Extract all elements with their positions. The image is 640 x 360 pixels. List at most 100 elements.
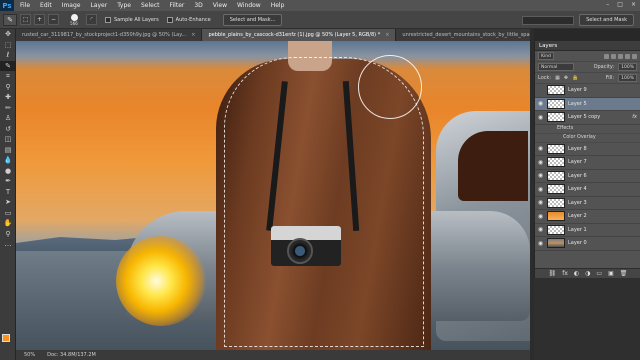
color-overlay-effect[interactable]: Color Overlay (535, 134, 640, 143)
pixel-filter-icon[interactable] (604, 53, 609, 59)
blend-mode-select[interactable]: Normal (538, 63, 574, 71)
menu-window[interactable]: Window (237, 2, 261, 9)
menu-file[interactable]: File (20, 2, 30, 9)
adjustment-filter-icon[interactable] (611, 53, 616, 59)
visibility-eye-icon[interactable]: ◉ (537, 114, 544, 121)
link-layers-icon[interactable]: ⛓ (549, 270, 557, 277)
shape-tool-icon[interactable]: ▭ (0, 208, 16, 219)
menu-view[interactable]: View (213, 2, 227, 9)
document-canvas[interactable] (16, 41, 530, 350)
menu-select[interactable]: Select (141, 2, 160, 9)
subtract-from-selection-icon[interactable]: − (48, 14, 59, 25)
brush-picker[interactable]: 566 (65, 13, 83, 27)
visibility-eye-icon[interactable]: ◉ (537, 199, 544, 206)
maximize-icon[interactable]: □ (617, 1, 623, 8)
gradient-tool-icon[interactable]: ▤ (0, 145, 16, 156)
new-group-icon[interactable]: ▭ (596, 270, 602, 277)
zoom-tool-icon[interactable]: ⚲ (0, 229, 16, 240)
clone-stamp-tool-icon[interactable]: ♙ (0, 113, 16, 124)
visibility-eye-icon[interactable]: ◉ (537, 145, 544, 152)
lock-pixels-icon[interactable]: ▦ (555, 75, 560, 81)
lock-all-icon[interactable]: 🔒 (572, 75, 578, 81)
layer-row[interactable]: Layer 9 (535, 84, 640, 98)
layer-row[interactable]: ◉ Layer 3 (535, 197, 640, 210)
blur-tool-icon[interactable]: 💧 (0, 155, 16, 166)
adjustment-layer-icon[interactable]: ◑ (585, 270, 590, 277)
workspace-field[interactable] (522, 15, 575, 25)
sample-all-layers-box[interactable] (105, 16, 111, 23)
eyedropper-tool-icon[interactable]: ⚲ (0, 82, 16, 93)
layer-row[interactable]: ◉ Layer 4 (535, 183, 640, 197)
hand-tool-icon[interactable]: ✋ (0, 218, 16, 229)
tab-pebble-plains[interactable]: pebble_plains_by_cascock-d31enfz (1).jpg… (202, 29, 397, 41)
color-swatches[interactable] (2, 334, 14, 346)
menu-edit[interactable]: Edit (40, 2, 52, 9)
zoom-level[interactable]: 50% (24, 352, 35, 358)
effects-group[interactable]: Effects (535, 125, 640, 134)
layer-row[interactable]: ◉ Layer 6 (535, 170, 640, 183)
dodge-tool-icon[interactable]: ● (0, 166, 16, 177)
auto-enhance-box[interactable] (166, 16, 173, 23)
minimize-icon[interactable]: – (606, 1, 609, 8)
menu-image[interactable]: Image (62, 2, 81, 9)
healing-brush-tool-icon[interactable]: ✚ (0, 92, 16, 103)
visibility-eye-icon[interactable]: ◉ (537, 213, 544, 220)
visibility-eye-icon[interactable] (537, 87, 544, 94)
tab-desert-mountains[interactable]: unrestricted_desert_mountains_stock_by_l… (396, 29, 530, 41)
shape-filter-icon[interactable] (625, 53, 630, 59)
visibility-eye-icon[interactable]: ◉ (537, 172, 544, 179)
layer-row[interactable]: ◉ Layer 7 (535, 156, 640, 170)
layers-panel-title[interactable]: Layers (535, 41, 640, 51)
pen-tool-icon[interactable]: ✒ (0, 176, 16, 187)
visibility-eye-icon[interactable]: ◉ (537, 226, 544, 233)
type-tool-icon[interactable]: T (0, 187, 16, 198)
new-layer-icon[interactable]: ▣ (608, 270, 614, 277)
layer-effects-icon[interactable]: fx (632, 114, 637, 120)
edit-toolbar-icon[interactable]: … (0, 239, 16, 250)
eraser-tool-icon[interactable]: ◫ (0, 134, 16, 145)
visibility-eye-icon[interactable]: ◉ (537, 159, 544, 166)
type-filter-icon[interactable] (618, 53, 623, 59)
menu-help[interactable]: Help (271, 2, 285, 9)
new-selection-icon[interactable]: ⬚ (20, 14, 31, 25)
add-mask-icon[interactable]: ◐ (574, 270, 579, 277)
layer-row[interactable]: ◉ Layer 1 (535, 224, 640, 237)
move-tool-icon[interactable]: ✥ (0, 29, 16, 40)
layer-row[interactable]: ◉ Layer 5 (535, 97, 640, 111)
fill-field[interactable]: 100% (618, 74, 637, 82)
visibility-eye-icon[interactable]: ◉ (537, 240, 544, 247)
kind-filter-select[interactable]: Kind (538, 52, 554, 60)
visibility-eye-icon[interactable]: ◉ (537, 186, 544, 193)
lasso-tool-icon[interactable]: ℓ (0, 50, 16, 61)
lock-position-icon[interactable]: ✥ (564, 75, 568, 81)
quick-selection-tool-icon[interactable]: ✎ (3, 13, 17, 26)
brush-tool-icon[interactable]: ✏ (0, 103, 16, 114)
sample-all-layers-checkbox[interactable]: Sample All Layers (105, 16, 159, 23)
visibility-eye-icon[interactable]: ◉ (537, 100, 544, 107)
menu-3d[interactable]: 3D (194, 2, 202, 9)
quick-selection-tool-icon[interactable]: ✎ (0, 60, 16, 71)
menu-layer[interactable]: Layer (90, 2, 107, 9)
layer-row[interactable]: ◉ Layer 2 (535, 210, 640, 224)
tab-rusted-car[interactable]: rusted_car_3119817_by_stockproject1-d350… (16, 29, 203, 41)
close-icon[interactable]: × (631, 1, 636, 8)
path-selection-tool-icon[interactable]: ➤ (0, 197, 16, 208)
history-brush-tool-icon[interactable]: ↺ (0, 124, 16, 135)
crop-tool-icon[interactable]: ⌗ (0, 71, 16, 82)
foreground-color-swatch[interactable] (2, 334, 10, 342)
marquee-tool-icon[interactable]: ⬚ (0, 40, 16, 51)
select-and-mask-right-button[interactable]: Select and Mask (579, 14, 634, 26)
auto-enhance-checkbox[interactable]: Auto-Enhance (166, 16, 211, 23)
layer-row[interactable]: ◉ Layer 0 (535, 237, 640, 251)
layer-row[interactable]: ◉ Layer 8 (535, 143, 640, 156)
layer-row[interactable]: ◉ Layer 5 copy fx (535, 111, 640, 125)
select-and-mask-button[interactable]: Select and Mask... (222, 13, 283, 26)
smart-object-filter-icon[interactable] (632, 53, 637, 59)
close-tab-icon[interactable]: × (191, 32, 195, 38)
add-layer-style-icon[interactable]: fx (562, 270, 568, 277)
delete-layer-icon[interactable]: 🗑 (620, 270, 628, 277)
menu-type[interactable]: Type (117, 2, 131, 9)
opacity-field[interactable]: 100% (618, 63, 637, 71)
close-tab-icon[interactable]: × (385, 32, 389, 38)
brush-angle-icon[interactable]: ◜ (86, 14, 97, 25)
